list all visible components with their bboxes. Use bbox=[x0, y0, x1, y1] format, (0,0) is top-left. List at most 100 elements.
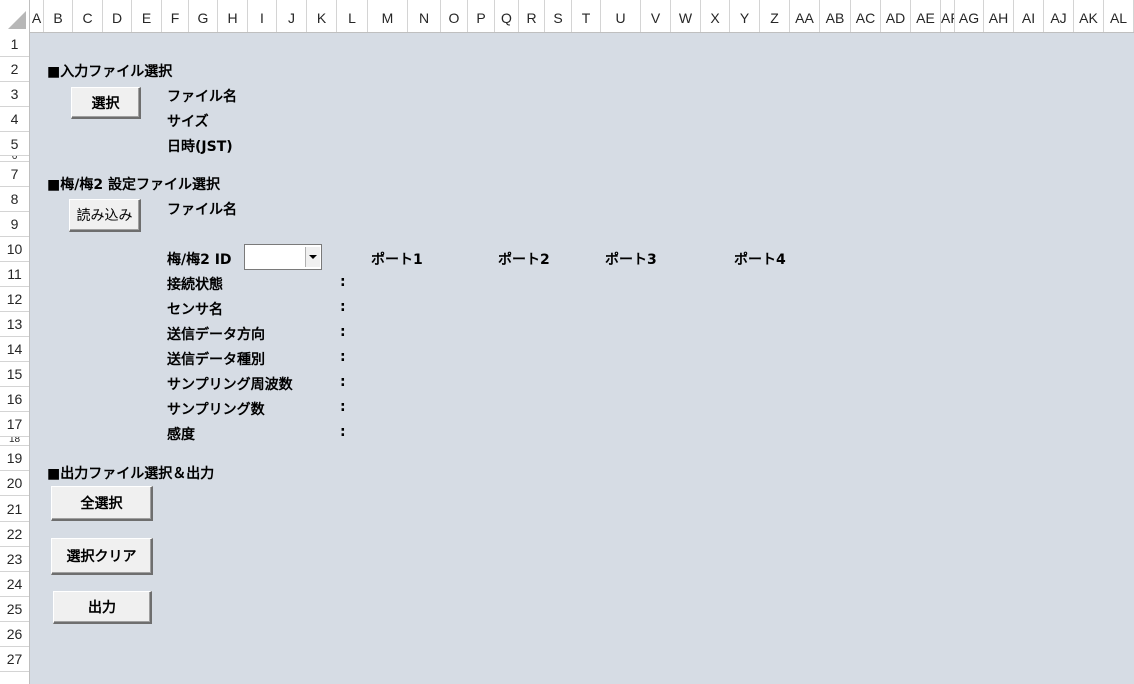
column-header[interactable]: K bbox=[307, 0, 337, 32]
column-header[interactable]: I bbox=[248, 0, 277, 32]
id-label: 梅/梅2 ID bbox=[167, 252, 232, 268]
column-header[interactable]: X bbox=[701, 0, 730, 32]
row-header[interactable]: 23 bbox=[0, 547, 29, 572]
row-header[interactable]: 10 bbox=[0, 237, 29, 262]
field-sampling-count: サンプリング数 bbox=[167, 402, 265, 418]
row-header[interactable]: 19 bbox=[0, 446, 29, 471]
column-header-bar: A B C D E F G H I J K L M N O P Q R S T … bbox=[0, 0, 1134, 33]
id-select[interactable] bbox=[244, 244, 322, 270]
row-header[interactable]: 9 bbox=[0, 212, 29, 237]
column-header[interactable]: W bbox=[671, 0, 701, 32]
column-header[interactable]: AC bbox=[851, 0, 881, 32]
column-header[interactable]: U bbox=[601, 0, 641, 32]
field-colon: : bbox=[340, 274, 346, 290]
output-button[interactable]: 出力 bbox=[53, 591, 152, 624]
column-header[interactable]: S bbox=[545, 0, 572, 32]
row-header[interactable]: 16 bbox=[0, 387, 29, 412]
row-header-bar: 1 2 3 4 5 6 7 8 9 10 11 12 13 14 15 16 1… bbox=[0, 32, 30, 684]
row-header[interactable]: 3 bbox=[0, 82, 29, 107]
row-header[interactable]: 13 bbox=[0, 312, 29, 337]
field-sampling-frequency: サンプリング周波数 bbox=[167, 377, 293, 393]
column-header[interactable]: AI bbox=[1014, 0, 1044, 32]
column-header[interactable]: D bbox=[103, 0, 132, 32]
row-header[interactable]: 25 bbox=[0, 597, 29, 622]
column-header[interactable]: AA bbox=[790, 0, 820, 32]
column-header[interactable]: L bbox=[337, 0, 368, 32]
port-4-header: ポート4 bbox=[734, 252, 786, 268]
column-header[interactable]: O bbox=[441, 0, 468, 32]
clear-selection-button[interactable]: 選択クリア bbox=[51, 538, 153, 575]
field-send-direction: 送信データ方向 bbox=[167, 327, 265, 343]
field-colon: : bbox=[340, 349, 346, 365]
row-header[interactable]: 20 bbox=[0, 471, 29, 496]
select-file-button[interactable]: 選択 bbox=[71, 87, 141, 119]
input-section-title: ■入力ファイル選択 bbox=[47, 64, 173, 80]
input-file-name-label: ファイル名 bbox=[167, 89, 237, 105]
row-header[interactable]: 22 bbox=[0, 522, 29, 547]
row-header[interactable]: 24 bbox=[0, 572, 29, 597]
row-header[interactable]: 5 bbox=[0, 132, 29, 156]
column-header[interactable]: E bbox=[132, 0, 162, 32]
column-header[interactable]: Q bbox=[495, 0, 519, 32]
field-colon: : bbox=[340, 424, 346, 440]
input-datetime-label: 日時(JST) bbox=[167, 139, 233, 155]
field-sensitivity: 感度 bbox=[167, 427, 195, 443]
field-colon: : bbox=[340, 324, 346, 340]
row-header[interactable]: 14 bbox=[0, 337, 29, 362]
column-header[interactable]: J bbox=[277, 0, 307, 32]
column-header[interactable]: AD bbox=[881, 0, 911, 32]
field-send-type: 送信データ種別 bbox=[167, 352, 265, 368]
row-header[interactable]: 1 bbox=[0, 32, 29, 57]
column-header[interactable]: N bbox=[408, 0, 441, 32]
row-header[interactable]: 2 bbox=[0, 57, 29, 82]
column-header[interactable]: AB bbox=[820, 0, 851, 32]
column-header[interactable]: AG bbox=[955, 0, 984, 32]
column-header[interactable]: R bbox=[519, 0, 545, 32]
row-header[interactable]: 11 bbox=[0, 262, 29, 287]
column-header[interactable]: P bbox=[468, 0, 495, 32]
row-header[interactable]: 17 bbox=[0, 412, 29, 437]
input-size-label: サイズ bbox=[167, 114, 209, 130]
row-header[interactable]: 26 bbox=[0, 622, 29, 647]
column-header[interactable]: G bbox=[189, 0, 218, 32]
column-header[interactable]: AE bbox=[911, 0, 941, 32]
column-header[interactable]: Y bbox=[730, 0, 760, 32]
field-connection-status: 接続状態 bbox=[167, 277, 223, 293]
column-header[interactable]: AF bbox=[941, 0, 955, 32]
select-all-corner[interactable] bbox=[0, 0, 30, 32]
column-header[interactable]: Z bbox=[760, 0, 790, 32]
column-header[interactable]: AJ bbox=[1044, 0, 1074, 32]
column-header[interactable]: AH bbox=[984, 0, 1014, 32]
column-header[interactable]: C bbox=[73, 0, 103, 32]
field-colon: : bbox=[340, 399, 346, 415]
column-header[interactable]: T bbox=[572, 0, 601, 32]
column-header[interactable]: A bbox=[30, 0, 44, 32]
row-header[interactable]: 15 bbox=[0, 362, 29, 387]
load-config-button[interactable]: 読み込み bbox=[69, 199, 141, 232]
chevron-down-icon[interactable] bbox=[305, 247, 320, 267]
column-header[interactable]: B bbox=[44, 0, 73, 32]
column-header[interactable]: V bbox=[641, 0, 671, 32]
column-header[interactable]: H bbox=[218, 0, 248, 32]
port-1-header: ポート1 bbox=[371, 252, 423, 268]
column-header[interactable]: AL bbox=[1104, 0, 1134, 32]
column-header[interactable]: F bbox=[162, 0, 189, 32]
row-header[interactable]: 12 bbox=[0, 287, 29, 312]
config-file-name-label: ファイル名 bbox=[167, 202, 237, 218]
row-header[interactable]: 8 bbox=[0, 187, 29, 212]
row-header[interactable]: 21 bbox=[0, 496, 29, 522]
row-header[interactable]: 18 bbox=[0, 437, 29, 446]
column-header[interactable]: AK bbox=[1074, 0, 1104, 32]
field-sensor-name: センサ名 bbox=[167, 302, 223, 318]
column-header[interactable]: M bbox=[368, 0, 408, 32]
port-3-header: ポート3 bbox=[605, 252, 657, 268]
row-header[interactable]: 7 bbox=[0, 162, 29, 187]
output-section-title: ■出力ファイル選択＆出力 bbox=[47, 466, 215, 482]
row-header[interactable]: 4 bbox=[0, 107, 29, 132]
field-colon: : bbox=[340, 299, 346, 315]
port-2-header: ポート2 bbox=[498, 252, 550, 268]
row-header[interactable]: 27 bbox=[0, 647, 29, 672]
config-section-title: ■梅/梅2 設定ファイル選択 bbox=[47, 177, 220, 193]
select-all-button[interactable]: 全選択 bbox=[51, 486, 153, 521]
field-colon: : bbox=[340, 374, 346, 390]
